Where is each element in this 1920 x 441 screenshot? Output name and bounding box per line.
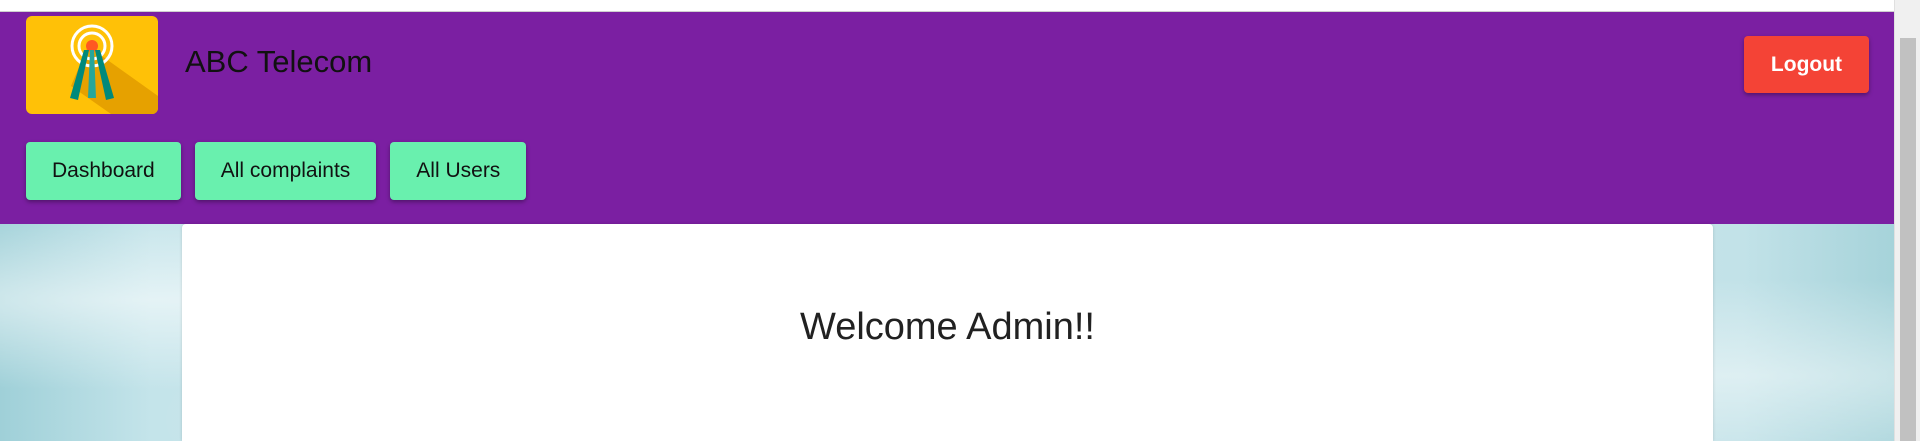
welcome-heading: Welcome Admin!! [800,306,1095,348]
logout-button[interactable]: Logout [1744,36,1869,93]
antenna-tower-icon [26,16,158,114]
content-card: Welcome Admin!! [182,224,1713,441]
nav-all-users-button[interactable]: All Users [390,142,527,200]
nav-all-complaints-button[interactable]: All complaints [194,142,377,200]
scrollbar-thumb[interactable] [1900,38,1916,441]
page: ABC Telecom Logout Dashboard All complai… [0,0,1920,441]
main-nav: Dashboard All complaints All Users [26,142,527,200]
vertical-scrollbar[interactable] [1894,0,1920,441]
app-header: ABC Telecom Logout Dashboard All complai… [0,12,1894,224]
browser-top-edge [0,0,1894,12]
nav-dashboard-button[interactable]: Dashboard [26,142,181,200]
brand-title: ABC Telecom [185,44,373,79]
